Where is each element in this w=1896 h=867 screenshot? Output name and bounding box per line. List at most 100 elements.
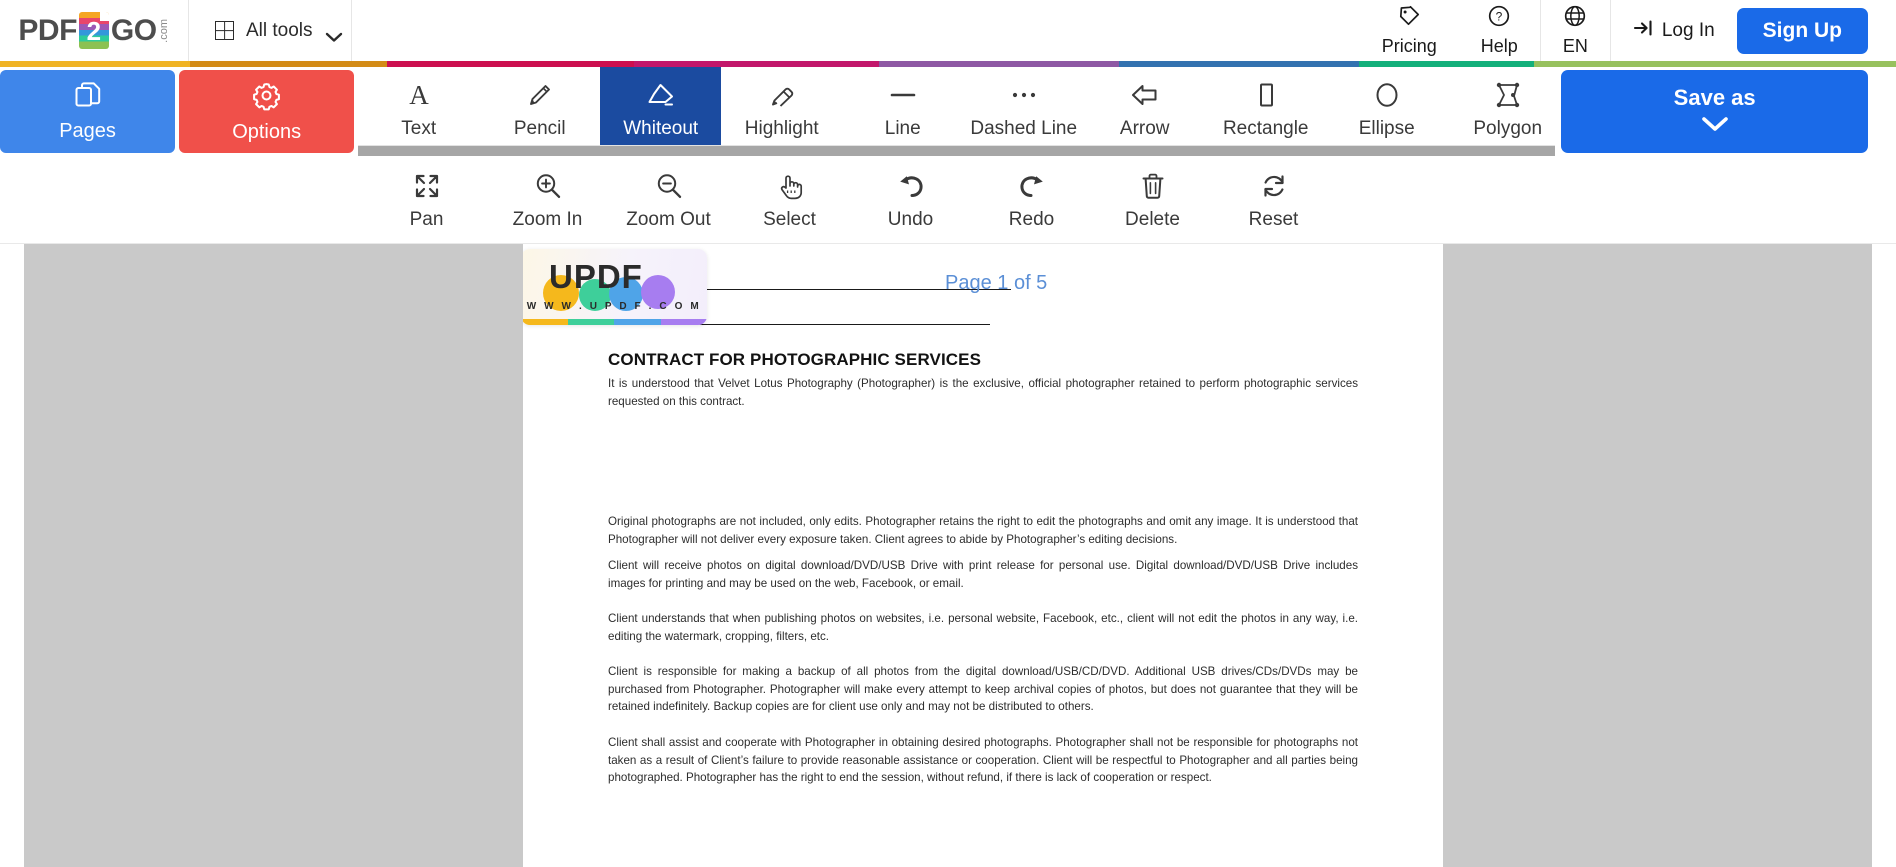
eraser-icon <box>645 78 677 112</box>
reset-icon <box>1259 169 1289 203</box>
gear-icon <box>251 80 282 116</box>
view-tool-undo[interactable]: Undo <box>850 169 971 231</box>
tool-ellipse[interactable]: Ellipse <box>1326 67 1447 156</box>
globe-icon <box>1563 4 1587 33</box>
view-tool-reset[interactable]: Reset <box>1213 169 1334 231</box>
language-selector[interactable]: EN <box>1541 0 1610 61</box>
language-label: EN <box>1562 36 1588 56</box>
view-tool-label: Undo <box>887 208 934 230</box>
line-icon <box>887 78 919 112</box>
pdf2go-editor-app: PDF 2 GO .com All tools Pricing ? Help E… <box>0 0 1896 867</box>
arrow-left-icon <box>1129 78 1161 112</box>
save-as-button[interactable]: Save as <box>1561 70 1868 153</box>
options-button[interactable]: Options <box>179 70 355 153</box>
svg-text:?: ? <box>1496 9 1503 23</box>
pages-icon <box>73 80 103 115</box>
tag-icon <box>1397 4 1421 33</box>
tool-label: Text <box>401 117 437 139</box>
view-tool-label: Select <box>763 208 816 230</box>
view-tool-label: Pan <box>409 208 444 230</box>
view-tool-label: Delete <box>1125 208 1180 230</box>
document-paragraph-2: Client will receive photos on digital do… <box>608 559 1358 590</box>
options-label: Options <box>232 120 302 143</box>
document-title: CONTRACT FOR PHOTOGRAPHIC SERVICES <box>608 350 982 369</box>
rectangle-icon <box>1251 78 1281 112</box>
document-intro: It is understood that Velvet Lotus Photo… <box>608 377 1358 408</box>
site-header: PDF 2 GO .com All tools Pricing ? Help E… <box>0 0 1896 61</box>
tool-label: Arrow <box>1119 117 1170 139</box>
question-circle-icon: ? <box>1487 4 1511 33</box>
tool-label: Dashed Line <box>970 117 1078 139</box>
document-paragraph-1: Original photographs are not included, o… <box>608 515 1358 546</box>
polygon-icon <box>1492 78 1524 112</box>
all-tools-menu[interactable]: All tools <box>189 0 352 61</box>
tool-arrow[interactable]: Arrow <box>1084 67 1205 156</box>
updf-watermark: UPDF W W W . U P D F . C O M <box>523 249 707 325</box>
tool-label: Ellipse <box>1358 117 1415 139</box>
save-as-label: Save as <box>1673 85 1756 110</box>
document-paragraph-3: Client understands that when publishing … <box>608 612 1358 643</box>
annotation-toolbar: Pages Options A Text Pencil Whiteout Highlig… <box>0 67 1896 156</box>
tool-polygon[interactable]: Polygon <box>1447 67 1555 156</box>
view-tool-select[interactable]: Select <box>729 169 850 231</box>
view-toolbar: Pan Zoom In Zoom Out Select Undo Redo Delete Re… <box>0 156 1896 244</box>
all-tools-label: All tools <box>246 19 313 41</box>
tool-label: Whiteout <box>623 117 699 139</box>
tool-line[interactable]: Line <box>842 67 963 156</box>
document-viewer: Page 1 of 5 Date: UPDF W W W . U P D F .… <box>0 244 1896 867</box>
view-tool-zoom-out[interactable]: Zoom Out <box>608 169 729 231</box>
zoom-in-icon <box>533 169 563 203</box>
tool-rectangle[interactable]: Rectangle <box>1205 67 1326 156</box>
tools-horizontal-scrollbar[interactable] <box>358 145 1556 156</box>
tool-label: Rectangle <box>1222 117 1309 139</box>
tool-label: Highlight <box>744 117 819 139</box>
tool-pencil[interactable]: Pencil <box>479 67 600 156</box>
watermark-site: W W W . U P D F . C O M <box>526 301 702 312</box>
pencil-icon <box>525 78 555 112</box>
view-tool-label: Redo <box>1008 208 1055 230</box>
tool-label: Line <box>884 117 921 139</box>
pricing-link[interactable]: Pricing <box>1360 0 1459 61</box>
logo-text-pdf: PDF <box>18 13 77 47</box>
scrollbar-thumb[interactable] <box>358 146 1556 156</box>
logo-text-go: GO <box>110 13 157 47</box>
login-button[interactable]: Log In <box>1611 0 1737 61</box>
viewer-canvas-background[interactable]: Page 1 of 5 Date: UPDF W W W . U P D F .… <box>24 244 1872 867</box>
help-link[interactable]: ? Help <box>1459 0 1540 61</box>
tool-highlight[interactable]: Highlight <box>721 67 842 156</box>
undo-icon <box>896 169 926 203</box>
redo-icon <box>1017 169 1047 203</box>
highlighter-icon <box>767 78 797 112</box>
watermark-color-strip <box>523 319 707 325</box>
tool-whiteout[interactable]: Whiteout <box>600 67 722 156</box>
login-arrow-icon <box>1633 18 1655 44</box>
ellipse-icon <box>1372 78 1402 112</box>
grid-icon <box>215 21 234 40</box>
tool-text[interactable]: A Text <box>358 67 479 156</box>
tool-dashed-line[interactable]: Dashed Line <box>963 67 1084 156</box>
zoom-out-icon <box>654 169 684 203</box>
pages-label: Pages <box>59 120 116 142</box>
tool-label: Polygon <box>1473 117 1543 139</box>
tool-label: Pencil <box>513 117 566 139</box>
signup-button[interactable]: Sign Up <box>1736 7 1868 54</box>
svg-text:A: A <box>409 80 429 110</box>
logo-document-icon: 2 <box>78 12 109 49</box>
logo-text-two: 2 <box>86 15 102 46</box>
document-faded-line <box>608 490 1358 496</box>
logo[interactable]: PDF 2 GO .com <box>0 0 189 61</box>
pdf-page[interactable]: Page 1 of 5 Date: UPDF W W W . U P D F .… <box>523 244 1443 867</box>
logo-text-com: .com <box>157 18 170 43</box>
view-tool-label: Zoom In <box>512 208 583 230</box>
view-tool-label: Zoom Out <box>626 208 711 230</box>
document-paragraph-4: Client is responsible for making a backu… <box>608 665 1358 713</box>
view-tool-delete[interactable]: Delete <box>1092 169 1213 231</box>
page-indicator: Page 1 of 5 <box>945 272 1048 294</box>
view-tool-redo[interactable]: Redo <box>971 169 1092 231</box>
view-tool-pan[interactable]: Pan <box>366 169 487 231</box>
viewer-right-gutter <box>1872 244 1896 867</box>
view-tool-zoom-in[interactable]: Zoom In <box>487 169 608 231</box>
text-icon: A <box>404 78 434 112</box>
pages-button[interactable]: Pages <box>0 70 176 153</box>
dashed-line-icon <box>1007 78 1041 112</box>
